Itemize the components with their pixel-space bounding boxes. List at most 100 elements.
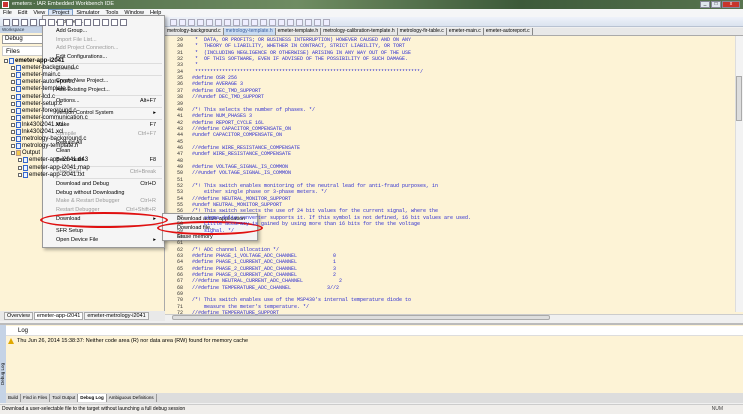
expand-icon[interactable] [11, 137, 15, 142]
menu-item-add-project-connection[interactable]: Add Project Connection... [43, 44, 164, 53]
toolbar-button-icon[interactable] [251, 19, 258, 26]
line-number: 49 [176, 164, 183, 170]
menu-item-shortcut: Ctrl+F7 [137, 130, 156, 137]
toolbar-button-icon[interactable] [93, 19, 100, 26]
expand-icon[interactable] [11, 122, 15, 127]
toolbar-button-icon[interactable] [188, 19, 195, 26]
toolbar-button-icon[interactable] [30, 19, 37, 26]
minimize-button[interactable]: _ [700, 1, 710, 8]
expand-icon[interactable] [11, 73, 15, 78]
expand-icon[interactable] [11, 108, 15, 113]
output-tab[interactable]: Tool Output [50, 394, 79, 402]
log-entry[interactable]: Thu Jun 26, 2014 15:38:37: Neither code … [8, 337, 248, 345]
toolbar-button-icon[interactable] [260, 19, 267, 26]
output-tab[interactable]: Ambiguous Definitions [107, 394, 157, 402]
toolbar-button-icon[interactable] [269, 19, 276, 26]
editor-tab[interactable]: emeter-template.h [276, 28, 322, 35]
toolbar-button-icon[interactable] [278, 19, 285, 26]
toolbar-button-icon[interactable] [21, 19, 28, 26]
expand-icon[interactable] [11, 115, 15, 120]
toolbar-button-icon[interactable] [39, 19, 46, 26]
toolbar-button-icon[interactable] [206, 19, 213, 26]
toolbar-button-icon[interactable] [120, 19, 127, 26]
toolbar-button-icon[interactable] [197, 19, 204, 26]
expand-icon[interactable] [18, 158, 22, 163]
output-tab[interactable]: Build [6, 394, 22, 402]
toolbar-button-icon[interactable] [323, 19, 330, 26]
toolbar-button-icon[interactable] [48, 19, 55, 26]
close-button[interactable]: x [722, 1, 740, 8]
vertical-scroll-thumb[interactable] [736, 76, 742, 121]
file-icon [16, 121, 21, 128]
toolbar-button-icon[interactable] [305, 19, 312, 26]
toolbar-button-icon[interactable] [3, 19, 10, 26]
expand-icon[interactable] [11, 101, 15, 106]
expand-icon[interactable] [11, 94, 15, 99]
toolbar-button-icon[interactable] [233, 19, 240, 26]
toolbar-button-icon[interactable] [111, 19, 118, 26]
toolbar-button-icon[interactable] [314, 19, 321, 26]
file-icon [16, 114, 21, 121]
toolbar-button-icon[interactable] [287, 19, 294, 26]
expand-icon[interactable] [11, 66, 15, 71]
toolbar-button-icon[interactable] [57, 19, 64, 26]
tree-item[interactable]: emeter-app-i2041.txt [18, 171, 84, 179]
menu-item-label: Make & Restart Debugger [56, 198, 120, 205]
workspace-tab[interactable]: emeter-metrology-i2041 [84, 312, 149, 320]
toolbar-button-icon[interactable] [102, 19, 109, 26]
expand-icon[interactable] [11, 151, 15, 156]
file-icon [16, 79, 21, 86]
toolbar-button-icon[interactable] [296, 19, 303, 26]
line-number: 69 [176, 291, 183, 297]
expand-icon[interactable] [11, 144, 15, 149]
menu-item-download-and-debug[interactable]: Download and Debug Ctrl+D [43, 180, 164, 189]
editor-tab[interactable]: metrology-fir-table.c [398, 28, 447, 35]
menu-edit[interactable]: Edit [15, 9, 30, 17]
code-line: //#undef VOLTAGE_SIGNAL_IS_COMMON [192, 170, 292, 177]
menu-item-debug-without-downloading[interactable]: Debug without Downloading [43, 189, 164, 198]
menu-item-make-restart-debugger[interactable]: Make & Restart Debugger Ctrl+R [43, 197, 164, 206]
code-line: signal. */ [192, 227, 235, 234]
toolbar-button-icon[interactable] [84, 19, 91, 26]
maximize-button[interactable]: □ [711, 1, 721, 8]
toolbar-button-icon[interactable] [66, 19, 73, 26]
editor-tab[interactable]: metrology-calibration-template.h [321, 28, 398, 35]
menu-separator [55, 74, 162, 76]
expand-icon[interactable] [11, 130, 15, 134]
toolbar-button-icon[interactable] [179, 19, 186, 26]
expand-icon[interactable] [18, 172, 22, 177]
workspace-tab[interactable]: emeter-app-i2041 [33, 312, 84, 320]
output-tab[interactable]: Find in Files [21, 394, 51, 402]
code-line: #undef WIRE_RESISTANCE_COMPENSATE [192, 151, 292, 158]
toolbar-button-icon[interactable] [224, 19, 231, 26]
toolbar-button-icon[interactable] [75, 19, 82, 26]
code-line: #undef CAPACITOR_COMPENSATE_ON [192, 132, 283, 139]
menu-item-sfr-setup[interactable]: SFR Setup [43, 227, 164, 236]
toolbar-button-icon[interactable] [242, 19, 249, 26]
editor-tab[interactable]: metrology-background.c [165, 28, 224, 35]
log-side-strip: Debug Log [0, 325, 6, 403]
toolbar-button-icon[interactable] [170, 19, 177, 26]
menu-file[interactable]: File [0, 9, 15, 17]
code-line: //#undef DEC_TMD_SUPPORT [192, 94, 265, 101]
line-number: 62 [176, 246, 183, 253]
menu-item-add-group[interactable]: Add Group... [43, 27, 164, 36]
output-tab[interactable]: Debug Log [78, 394, 107, 402]
editor-tab[interactable]: metrology-template.h [223, 28, 276, 35]
menu-item-shortcut: Alt+F7 [139, 98, 156, 105]
workspace-tab[interactable]: Overview [4, 312, 33, 320]
menu-item-import-file-list[interactable]: Import File List... [43, 36, 164, 45]
editor-tab[interactable]: emeter-autoreport.c [484, 28, 533, 35]
editor-tab[interactable]: emeter-main.c [447, 28, 484, 35]
expand-icon[interactable] [11, 87, 15, 92]
menu-item-label: Download and Debug [56, 180, 109, 187]
menu-item-open-device-file[interactable]: Open Device File ▸ [43, 236, 164, 245]
line-number: 40 [176, 106, 183, 113]
toolbar-button-icon[interactable] [215, 19, 222, 26]
toolbar-button-icon[interactable] [12, 19, 19, 26]
code-line: //#define NEUTRAL_MONITOR_SUPPORT [192, 195, 292, 202]
expand-icon[interactable] [18, 165, 22, 170]
expand-icon[interactable] [11, 80, 15, 85]
expand-icon[interactable] [4, 59, 8, 63]
file-icon [16, 136, 21, 143]
